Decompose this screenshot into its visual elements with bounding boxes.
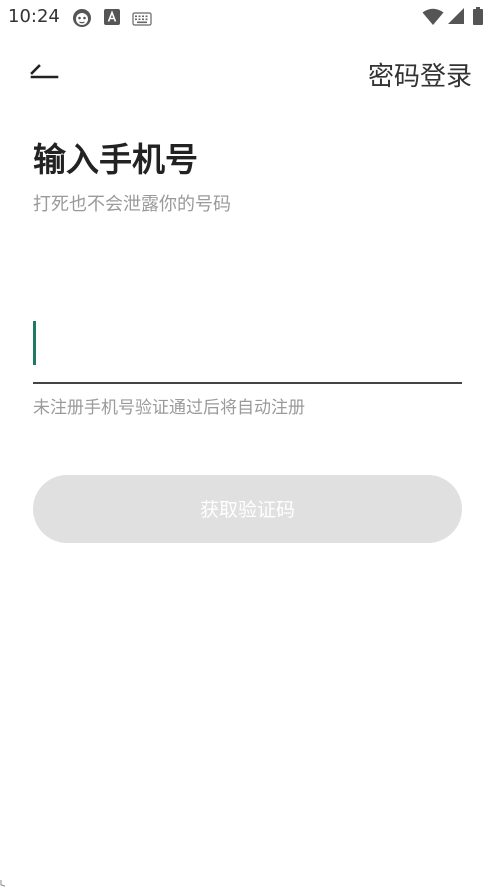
text-a-icon xyxy=(104,9,120,25)
signal-icon xyxy=(447,7,465,25)
back-arrow-icon xyxy=(28,64,62,92)
register-hint: 未注册手机号验证通过后将自动注册 xyxy=(33,398,305,418)
page-title: 输入手机号 xyxy=(33,140,198,179)
phone-input[interactable] xyxy=(33,318,462,366)
wifi-icon xyxy=(422,8,444,26)
page-subtitle: 打死也不会泄露你的号码 xyxy=(33,194,231,215)
corner-mark xyxy=(0,872,6,887)
keyboard-icon xyxy=(132,11,152,26)
get-code-button[interactable]: 获取验证码 xyxy=(33,475,462,543)
back-button[interactable] xyxy=(28,58,62,88)
password-login-link[interactable]: 密码登录 xyxy=(368,60,472,94)
battery-icon xyxy=(473,7,483,25)
face-icon xyxy=(72,8,92,28)
phone-field[interactable] xyxy=(33,318,462,384)
status-time: 10:24 xyxy=(8,6,60,27)
status-bar: 10:24 xyxy=(0,0,495,34)
